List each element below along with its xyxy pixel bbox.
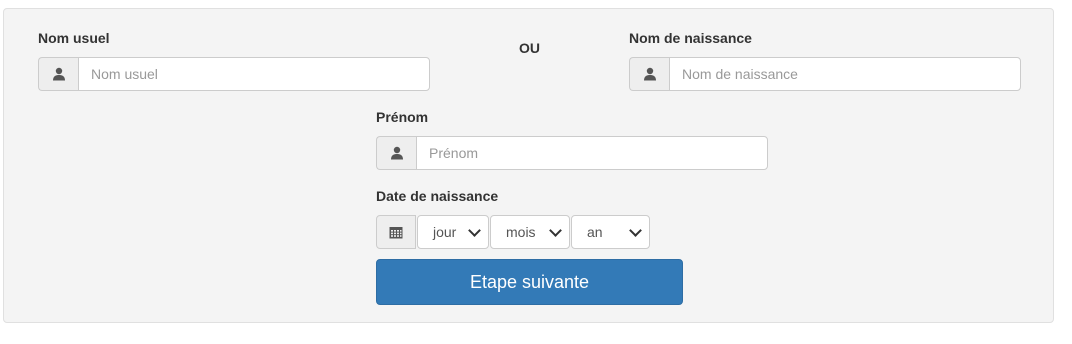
or-separator: OU [519,40,540,56]
nom-usuel-group [38,57,430,91]
calendar-icon [376,215,416,249]
user-icon [376,136,416,170]
date-naissance-group: jour mois an [376,215,651,249]
jour-select-value: jour [433,224,457,240]
jour-select[interactable]: jour [417,215,489,249]
user-icon [629,57,669,91]
mois-select-value: mois [506,224,536,240]
prenom-input[interactable] [416,136,768,170]
an-select[interactable]: an [571,215,650,249]
chevron-down-icon [549,223,562,237]
an-select-value: an [587,224,603,240]
nom-naissance-input[interactable] [669,57,1021,91]
prenom-label: Prénom [376,109,429,125]
next-step-button[interactable]: Etape suivante [376,259,683,305]
chevron-down-icon [629,223,642,237]
user-icon [38,57,78,91]
nom-usuel-input[interactable] [78,57,430,91]
chevron-down-icon [468,223,481,237]
nom-naissance-label: Nom de naissance [629,30,752,46]
mois-select[interactable]: mois [490,215,570,249]
prenom-group [376,136,768,170]
nom-naissance-group [629,57,1021,91]
date-naissance-label: Date de naissance [376,188,499,204]
nom-usuel-label: Nom usuel [38,30,110,46]
